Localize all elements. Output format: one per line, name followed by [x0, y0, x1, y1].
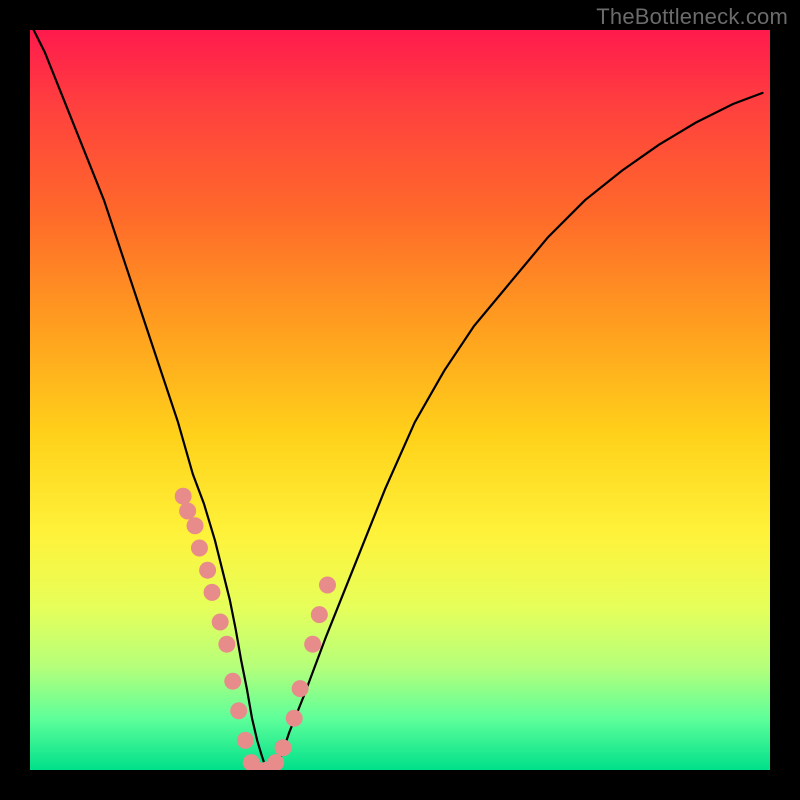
marker-dot [199, 562, 216, 579]
marker-dot [212, 614, 229, 631]
watermark-text: TheBottleneck.com [596, 4, 788, 30]
chart-frame: TheBottleneck.com [0, 0, 800, 800]
bottleneck-curve [34, 30, 763, 766]
marker-dot [304, 636, 321, 653]
marker-dot [175, 488, 192, 505]
marker-dot [237, 732, 254, 749]
marker-dot [286, 710, 303, 727]
chart-svg [30, 30, 770, 770]
curve-layer [34, 30, 763, 766]
marker-dot [204, 584, 221, 601]
marker-dot [292, 680, 309, 697]
marker-dot [311, 606, 328, 623]
marker-dot [191, 540, 208, 557]
marker-dot [319, 577, 336, 594]
marker-dot [275, 739, 292, 756]
plot-area [30, 30, 770, 770]
marker-dot [218, 636, 235, 653]
marker-dot [187, 517, 204, 534]
marker-dot [230, 702, 247, 719]
marker-dot [224, 673, 241, 690]
marker-dot [179, 503, 196, 520]
